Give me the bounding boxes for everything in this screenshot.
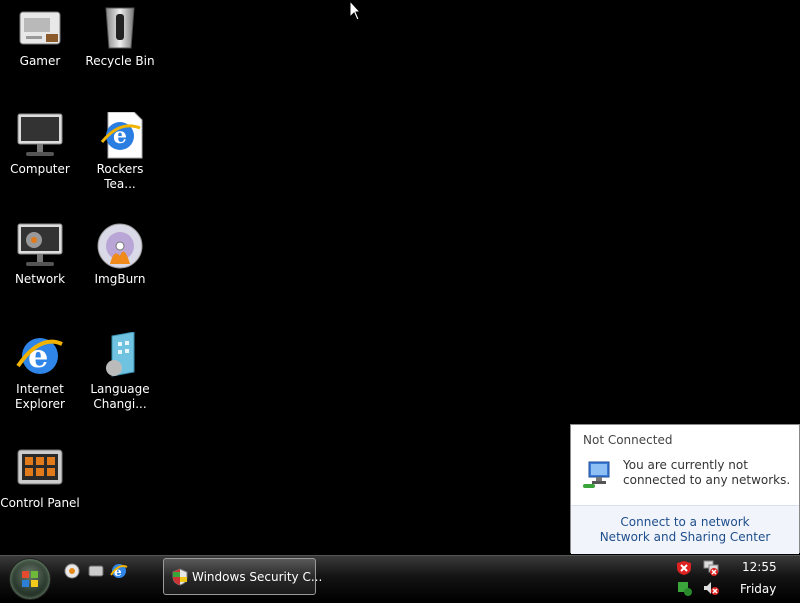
network-disconnected-tray-icon[interactable]	[703, 560, 719, 576]
quick-launch-user-icon[interactable]	[63, 562, 81, 580]
desktop-icon-network[interactable]: Network	[0, 222, 80, 287]
control-panel-icon	[16, 446, 64, 494]
desktop-icon-gamer[interactable]: Gamer	[0, 4, 80, 69]
security-shield-icon	[172, 568, 188, 586]
desktop-icon-label: Language Changi...	[90, 382, 150, 411]
desktop-icon-control-panel[interactable]: Control Panel	[0, 446, 80, 511]
taskbar-button-windows-security[interactable]: Windows Security C...	[163, 558, 322, 595]
network-sharing-center-link[interactable]: Network and Sharing Center	[571, 530, 799, 545]
clock-day[interactable]: Friday	[740, 582, 776, 596]
gamer-icon	[16, 4, 64, 52]
taskbar-button-label: Windows Security C...	[192, 570, 323, 584]
quick-launch-show-desktop-icon[interactable]	[87, 562, 105, 580]
language-changer-icon	[96, 331, 144, 380]
desktop-icon-label: ImgBurn	[94, 272, 146, 286]
desktop: Gamer Recycle Bin Computer e Rockers Tea…	[0, 0, 800, 555]
computer-icon	[16, 112, 64, 160]
network-notification-popup: Not Connected You are currently not conn…	[570, 424, 800, 554]
recycle-bin-icon	[96, 4, 144, 52]
desktop-icon-language-changer[interactable]: Language Changi...	[80, 331, 160, 412]
desktop-icon-imgburn[interactable]: ImgBurn	[80, 222, 160, 287]
safely-remove-hardware-icon[interactable]	[676, 580, 692, 596]
desktop-icon-label: Control Panel	[0, 496, 80, 510]
desktop-icon-label: Network	[14, 272, 66, 286]
internet-shortcut-icon: e	[96, 111, 144, 160]
taskbar: e Windows Security C... 12:55 Friday	[0, 555, 800, 601]
desktop-icon-label: Computer	[10, 162, 70, 176]
start-button[interactable]	[9, 558, 51, 600]
notification-message: You are currently not connected to any n…	[623, 458, 791, 487]
desktop-icon-label: Recycle Bin	[85, 54, 155, 68]
quick-launch-internet-explorer-icon[interactable]: e	[110, 562, 128, 580]
network-icon	[16, 222, 64, 270]
clock-time[interactable]: 12:55	[742, 560, 777, 574]
desktop-icon-computer[interactable]: Computer	[0, 112, 80, 177]
notification-links: Connect to a network Network and Sharing…	[571, 505, 799, 554]
internet-explorer-icon: e	[16, 332, 64, 380]
desktop-icon-label: Gamer	[19, 54, 61, 68]
desktop-icon-internet-explorer[interactable]: e Internet Explorer	[0, 332, 80, 412]
desktop-icon-label: Rockers Tea...	[96, 162, 144, 191]
notification-title: Not Connected	[583, 433, 673, 447]
connect-to-network-link[interactable]: Connect to a network	[571, 515, 799, 530]
windows-logo-icon	[22, 571, 38, 587]
mouse-pointer-icon	[349, 0, 361, 21]
network-disconnected-icon	[583, 461, 610, 488]
desktop-icon-rockers[interactable]: e Rockers Tea...	[80, 111, 160, 192]
security-alert-icon[interactable]	[676, 560, 692, 576]
desktop-icon-recycle-bin[interactable]: Recycle Bin	[80, 4, 160, 69]
desktop-icon-label: Internet Explorer	[15, 382, 65, 411]
imgburn-icon	[96, 222, 144, 270]
volume-muted-icon[interactable]	[703, 580, 719, 596]
